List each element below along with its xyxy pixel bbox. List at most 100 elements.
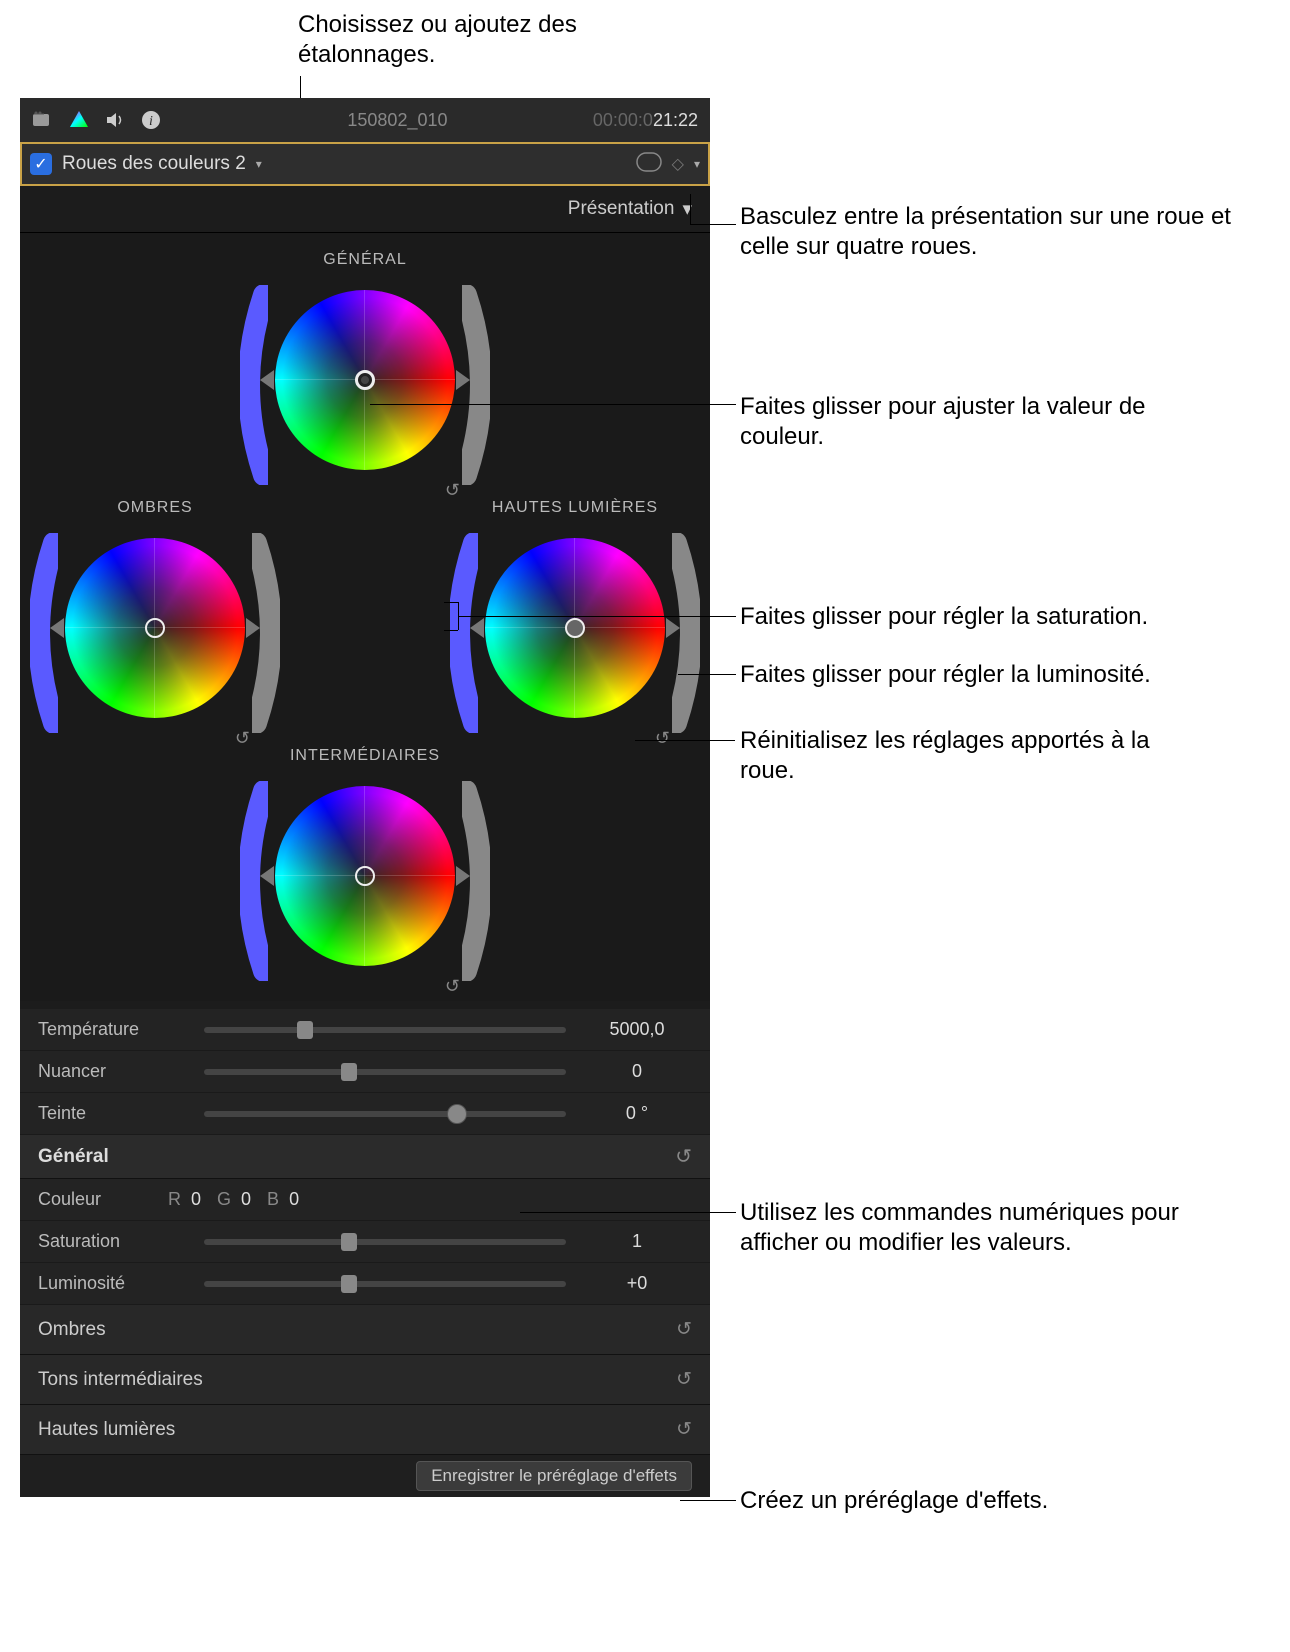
reset-section-button[interactable]: ↺ [676, 1368, 692, 1391]
slider-thumb[interactable] [341, 1275, 357, 1293]
color-icon[interactable] [68, 109, 90, 131]
shadows-wheel[interactable]: ↺ [30, 523, 280, 743]
slider-thumb[interactable] [341, 1233, 357, 1251]
master-wheel-label: GÉNÉRAL [323, 251, 406, 269]
correction-name-dropdown[interactable]: Roues des couleurs 2 [62, 153, 246, 175]
reset-wheel-button[interactable]: ↺ [445, 480, 460, 501]
slider-thumb[interactable] [341, 1063, 357, 1081]
saturation-handle[interactable] [260, 866, 274, 886]
midtones-wheel[interactable]: ↺ [240, 771, 490, 991]
mask-icon[interactable] [636, 152, 662, 177]
saturation-label: Saturation [38, 1231, 188, 1252]
timecode: 00:00:021:22 [593, 110, 698, 131]
tint-label: Nuancer [38, 1061, 188, 1082]
brightness-handle[interactable] [456, 370, 470, 390]
callout-line [458, 616, 736, 617]
color-puck[interactable] [355, 370, 375, 390]
hue-label: Teinte [38, 1103, 188, 1124]
callout-drag-sat: Faites glisser pour régler la saturation… [740, 602, 1260, 632]
presentation-dropdown[interactable]: Présentation [568, 198, 675, 220]
timecode-gray: 00:00:0 [593, 110, 653, 130]
hue-value[interactable]: 0 ° [582, 1103, 692, 1124]
shadows-wheel-label: OMBRES [117, 499, 192, 517]
chevron-down-icon[interactable]: ▾ [256, 157, 262, 171]
slider-thumb[interactable] [447, 1104, 467, 1124]
g-value[interactable]: 0 [241, 1189, 251, 1209]
master-wheel[interactable]: ↺ [240, 275, 490, 495]
correction-enable-checkbox[interactable]: ✓ [30, 153, 52, 175]
tint-row: Nuancer 0 [20, 1051, 710, 1093]
callout-line [680, 1500, 736, 1501]
callout-line [690, 194, 691, 224]
midtones-wheel-block: INTERMÉDIAIRES ↺ [240, 747, 490, 991]
midtones-section-title: Tons intermédiaires [38, 1369, 203, 1391]
color-puck[interactable] [565, 618, 585, 638]
color-rgb-row: Couleur R0 G0 B0 [20, 1179, 710, 1221]
tint-value[interactable]: 0 [582, 1061, 692, 1082]
callout-numeric: Utilisez les commandes numériques pour a… [740, 1198, 1260, 1258]
video-icon[interactable] [32, 109, 54, 131]
timecode-white: 21:22 [653, 110, 698, 130]
saturation-value[interactable]: 1 [582, 1231, 692, 1252]
b-label: B [267, 1189, 279, 1209]
reset-wheel-button[interactable]: ↺ [235, 728, 250, 749]
midtones-section-header[interactable]: Tons intermédiaires ↺ [20, 1355, 710, 1405]
brightness-handle[interactable] [246, 618, 260, 638]
brightness-row: Luminosité +0 [20, 1263, 710, 1305]
brightness-value[interactable]: +0 [582, 1273, 692, 1294]
clip-name: 150802_010 [216, 110, 579, 131]
callout-line [370, 404, 736, 405]
hue-slider[interactable] [204, 1111, 566, 1117]
slider-thumb[interactable] [297, 1021, 313, 1039]
brightness-label: Luminosité [38, 1273, 188, 1294]
chevron-down-icon[interactable]: ▾ [694, 157, 700, 171]
presentation-row: Présentation ▾ [20, 186, 710, 232]
color-label: Couleur [38, 1189, 168, 1210]
g-label: G [217, 1189, 231, 1209]
saturation-handle[interactable] [50, 618, 64, 638]
color-puck[interactable] [355, 866, 375, 886]
reset-wheel-button[interactable]: ↺ [445, 976, 460, 997]
save-preset-button[interactable]: Enregistrer le préréglage d'effets [416, 1461, 692, 1491]
saturation-handle[interactable] [470, 618, 484, 638]
color-inspector-panel: i 150802_010 00:00:021:22 ✓ Roues des co… [20, 98, 710, 1497]
tint-slider[interactable] [204, 1069, 566, 1075]
info-icon[interactable]: i [140, 109, 162, 131]
callout-line [458, 602, 459, 630]
master-wheel-block: GÉNÉRAL ↺ [240, 251, 490, 495]
general-section-header[interactable]: Général ↺ [20, 1135, 710, 1179]
shadows-section-header[interactable]: Ombres ↺ [20, 1305, 710, 1355]
color-puck[interactable] [145, 618, 165, 638]
brightness-slider[interactable] [204, 1281, 566, 1287]
brightness-handle[interactable] [666, 618, 680, 638]
brightness-handle[interactable] [456, 866, 470, 886]
callout-presentation: Basculez entre la présentation sur une r… [740, 202, 1260, 262]
temperature-label: Température [38, 1019, 188, 1040]
reset-section-button[interactable]: ↺ [676, 1418, 692, 1441]
r-value[interactable]: 0 [191, 1189, 201, 1209]
reset-section-button[interactable]: ↺ [676, 1318, 692, 1341]
highlights-wheel-label: HAUTES LUMIÈRES [492, 499, 658, 517]
shadows-section-title: Ombres [38, 1319, 106, 1341]
callout-drag-lum: Faites glisser pour régler la luminosité… [740, 660, 1270, 690]
reset-section-button[interactable]: ↺ [675, 1144, 692, 1169]
audio-icon[interactable] [104, 109, 126, 131]
highlights-wheel-block: HAUTES LUMIÈRES ↺ [450, 499, 700, 743]
saturation-handle[interactable] [260, 370, 274, 390]
callout-reset: Réinitialisez les réglages apportés à la… [740, 726, 1200, 786]
callout-save-preset: Créez un préréglage d'effets. [740, 1486, 1200, 1516]
keyframe-icon[interactable]: ◇ [672, 154, 684, 174]
saturation-slider[interactable] [204, 1239, 566, 1245]
callout-line [635, 740, 735, 741]
temperature-slider[interactable] [204, 1027, 566, 1033]
highlights-wheel[interactable]: ↺ [450, 523, 700, 743]
general-section-title: Général [38, 1146, 109, 1168]
inspector-topbar: i 150802_010 00:00:021:22 [20, 98, 710, 142]
reset-wheel-button[interactable]: ↺ [655, 728, 670, 749]
b-value[interactable]: 0 [289, 1189, 299, 1209]
highlights-section-header[interactable]: Hautes lumières ↺ [20, 1405, 710, 1455]
correction-bar: ✓ Roues des couleurs 2 ▾ ◇ ▾ [20, 142, 710, 186]
highlights-section-title: Hautes lumières [38, 1419, 175, 1441]
temperature-value[interactable]: 5000,0 [582, 1019, 692, 1040]
hue-row: Teinte 0 ° [20, 1093, 710, 1135]
